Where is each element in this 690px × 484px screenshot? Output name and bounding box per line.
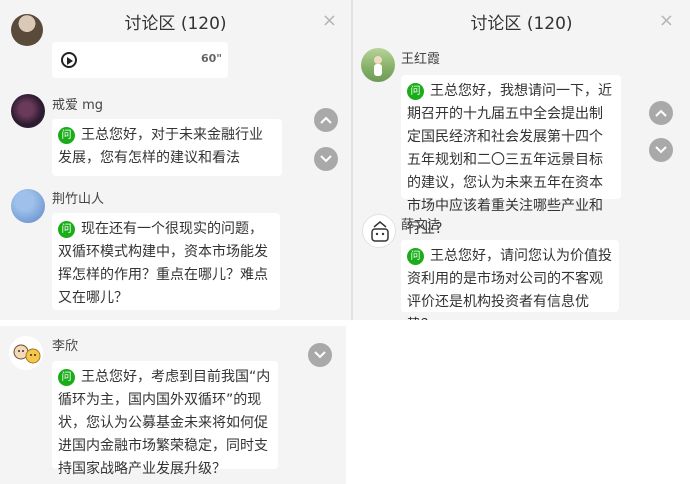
chat-panel-left: 讨论区 (120) × 60" 戒爱 mg 问王总您好，对于未来金融行业发展，您…: [0, 0, 351, 320]
avatar: [361, 48, 395, 82]
panel-header: 讨论区 (120): [0, 0, 351, 42]
audio-message[interactable]: 60": [52, 42, 228, 78]
chevron-down-icon: [320, 155, 332, 163]
chat-panel-bottom: 李欣 问王总您好，考虑到目前我国“内循环为主，国内国外双循环”的现状，您认为公募…: [0, 326, 346, 484]
username: 王红霞: [401, 52, 441, 67]
question-text: 王总您好，考虑到目前我国“内循环为主，国内国外双循环”的现状，您认为公募基金未来…: [58, 369, 271, 477]
scroll-down-button[interactable]: [649, 138, 673, 162]
username: 薛文洁: [401, 218, 441, 233]
question-bubble: 问现在还有一个很现实的问题，双循环模式构建中，资本市场能发挥怎样的作用？重点在哪…: [52, 213, 280, 310]
question-bubble: 问王总您好，请问您认为价值投资利用的是市场对公司的不客观评价还是机构投资者有信息…: [401, 240, 619, 320]
question-text: 王总您好，请问您认为价值投资利用的是市场对公司的不客观评价还是机构投资者有信息优…: [407, 248, 612, 320]
question-bubble: 问王总您好，对于未来金融行业发展，您有怎样的建议和看法: [52, 119, 282, 176]
scroll-up-button[interactable]: [649, 101, 673, 125]
avatar-cartoon: [371, 221, 389, 242]
chat-panel-right: 讨论区 (120) × 王红霞 问王总您好，我想请问一下，近期召开的十九届五中全…: [353, 0, 690, 320]
avatar: [11, 14, 43, 46]
page-title: 讨论区 (120): [124, 13, 227, 34]
question-bubble: 问王总您好，考虑到目前我国“内循环为主，国内国外双循环”的现状，您认为公募基金未…: [52, 361, 278, 477]
play-icon[interactable]: [61, 52, 77, 68]
question-badge: 问: [58, 221, 75, 238]
avatar: [9, 336, 43, 370]
chevron-down-icon: [655, 146, 667, 154]
panel-header: 讨论区 (120): [353, 0, 690, 42]
close-icon[interactable]: ×: [659, 10, 674, 31]
question-text: 王总您好，对于未来金融行业发展，您有怎样的建议和看法: [58, 127, 263, 166]
avatar: [362, 214, 396, 248]
question-badge: 问: [58, 127, 75, 144]
close-icon[interactable]: ×: [322, 10, 337, 31]
chevron-up-icon: [320, 116, 332, 124]
avatar: [11, 189, 45, 223]
question-badge: 问: [407, 248, 424, 265]
username: 戒爱 mg: [52, 98, 104, 113]
avatar: [11, 94, 45, 128]
avatar-photo: [374, 56, 382, 76]
avatar-cartoon: [13, 344, 41, 364]
page-title: 讨论区 (120): [470, 13, 573, 34]
chevron-up-icon: [655, 109, 667, 117]
chevron-down-icon: [314, 351, 326, 359]
audio-duration: 60": [200, 52, 222, 65]
question-bubble: 问王总您好，我想请问一下，近期召开的十九届五中全会提出制定国民经济和社会发展第十…: [401, 75, 621, 237]
question-badge: 问: [407, 83, 424, 100]
question-text: 现在还有一个很现实的问题，双循环模式构建中，资本市场能发挥怎样的作用？重点在哪儿…: [58, 221, 268, 306]
scroll-down-button[interactable]: [308, 343, 332, 367]
username: 李欣: [52, 339, 79, 354]
question-badge: 问: [58, 369, 75, 386]
username: 荆竹山人: [52, 192, 105, 207]
scroll-up-button[interactable]: [314, 108, 338, 132]
scroll-down-button[interactable]: [314, 147, 338, 171]
